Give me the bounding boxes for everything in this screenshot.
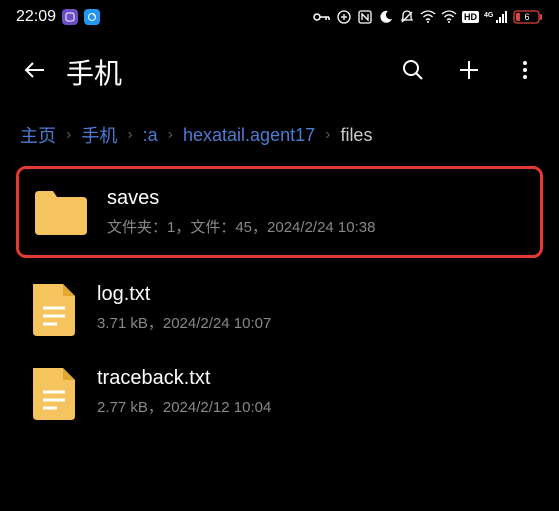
- mute-icon: [399, 9, 415, 25]
- document-icon: [29, 280, 79, 336]
- add-button[interactable]: [457, 58, 481, 87]
- document-icon: [29, 364, 79, 420]
- chevron-right-icon: ›: [127, 126, 132, 144]
- file-meta: 文件夹：1，文件：45，2024/2/24 10:38: [107, 216, 375, 237]
- search-button[interactable]: [401, 58, 425, 87]
- file-info: traceback.txt 2.77 kB，2024/2/12 10:04: [97, 367, 271, 417]
- app-header: 手机: [0, 32, 559, 108]
- breadcrumb-files[interactable]: files: [340, 125, 372, 146]
- list-item[interactable]: traceback.txt 2.77 kB，2024/2/12 10:04: [16, 350, 543, 434]
- file-info: log.txt 3.71 kB，2024/2/24 10:07: [97, 283, 271, 333]
- wifi-icon-1: [420, 10, 436, 24]
- header-actions: [401, 58, 537, 87]
- svg-text:4G: 4G: [484, 12, 494, 19]
- status-time: 22:09: [16, 8, 56, 26]
- chevron-right-icon: ›: [168, 126, 173, 144]
- app-badge-icon: [62, 9, 78, 25]
- status-left: 22:09: [16, 8, 100, 26]
- breadcrumb-hexatail[interactable]: hexatail.agent17: [183, 125, 315, 146]
- status-right: HD 4G 6: [313, 9, 543, 25]
- page-title: 手机: [66, 52, 383, 92]
- moon-icon: [378, 9, 394, 25]
- status-bar: 22:09 HD 4G: [0, 0, 559, 32]
- svg-text:6: 6: [524, 12, 529, 22]
- chevron-right-icon: ›: [66, 126, 71, 144]
- key-icon: [313, 11, 331, 23]
- chevron-right-icon: ›: [325, 126, 330, 144]
- battery-icon: 6: [513, 10, 543, 24]
- breadcrumb-a[interactable]: :a: [143, 125, 158, 146]
- folder-icon: [33, 189, 89, 235]
- nfc-icon: [357, 9, 373, 25]
- file-list: saves 文件夹：1，文件：45，2024/2/24 10:38 log.tx…: [0, 166, 559, 434]
- file-meta: 3.71 kB，2024/2/24 10:07: [97, 312, 271, 333]
- list-item[interactable]: saves 文件夹：1，文件：45，2024/2/24 10:38: [16, 166, 543, 258]
- plus-circle-icon: [336, 9, 352, 25]
- file-name: saves: [107, 187, 375, 210]
- breadcrumb-phone[interactable]: 手机: [81, 122, 117, 148]
- back-button[interactable]: [22, 57, 48, 88]
- file-info: saves 文件夹：1，文件：45，2024/2/24 10:38: [107, 187, 375, 237]
- sync-icon: [84, 9, 100, 25]
- file-name: log.txt: [97, 283, 271, 306]
- breadcrumb-home[interactable]: 主页: [20, 122, 56, 148]
- more-button[interactable]: [513, 58, 537, 87]
- hd-badge: HD: [462, 11, 479, 23]
- list-item[interactable]: log.txt 3.71 kB，2024/2/24 10:07: [16, 266, 543, 350]
- signal-icon: 4G: [484, 10, 508, 24]
- breadcrumb: 主页 › 手机 › :a › hexatail.agent17 › files: [0, 108, 559, 166]
- wifi-icon-2: [441, 10, 457, 24]
- file-name: traceback.txt: [97, 367, 271, 390]
- file-meta: 2.77 kB，2024/2/12 10:04: [97, 396, 271, 417]
